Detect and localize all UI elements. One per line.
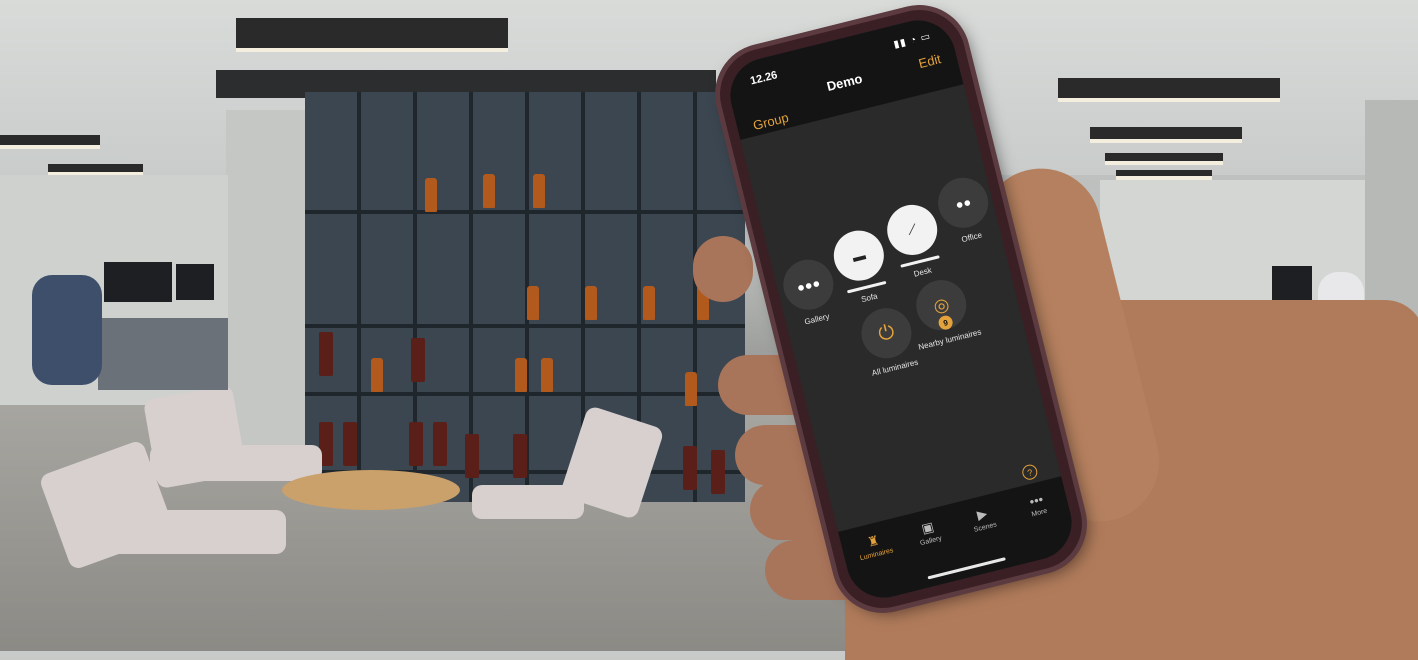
ceiling-light	[0, 135, 100, 149]
pillar	[226, 110, 306, 450]
whisky-display-shelf	[305, 92, 745, 502]
ceiling-light	[236, 18, 508, 52]
monitor	[176, 264, 214, 300]
help-icon[interactable]: ?	[1020, 463, 1039, 482]
tab-luminaires[interactable]: ♜ Luminaires	[846, 528, 903, 565]
lounge-chair-seat	[90, 510, 286, 554]
status-icons: ▮▮ ◔ ▭	[893, 31, 933, 51]
nearby-signal-icon: ◎	[931, 293, 952, 317]
ceiling-light	[1090, 127, 1242, 143]
battery-icon: ▭	[919, 30, 933, 45]
luminaire-label: Gallery	[803, 311, 831, 327]
all-luminaires-button[interactable]: ⏻	[856, 302, 917, 364]
home-indicator	[927, 557, 1006, 580]
ceiling-light	[1105, 153, 1223, 165]
finger	[693, 236, 753, 302]
wifi-icon: ◔	[908, 34, 919, 47]
luminaire-office-tile[interactable]: ●●	[932, 172, 994, 234]
tab-gallery[interactable]: ▣ Gallery	[901, 514, 958, 551]
status-time: 12.26	[749, 69, 779, 88]
three-bulbs-icon: ●●●	[795, 274, 822, 295]
tab-label: More	[1030, 507, 1049, 519]
luminaire-label: Office	[960, 230, 983, 245]
floor-lamp-shade-icon: ▬	[850, 246, 867, 265]
desk-lamp-icon: ⟋	[905, 221, 919, 238]
tab-scenes[interactable]: ▶ Scenes	[955, 500, 1012, 537]
luminaire-label: Nearby luminaires	[917, 327, 983, 352]
lounge-chair-seat	[150, 445, 322, 481]
luminaire-label: All luminaires	[870, 357, 920, 378]
power-icon: ⏻	[875, 320, 897, 346]
four-bulbs-icon: ●●	[953, 193, 973, 212]
monitor	[104, 262, 172, 302]
coffee-table	[282, 470, 460, 510]
ceiling-light	[1116, 170, 1212, 180]
office-desk	[98, 318, 228, 390]
tab-more[interactable]: ••• More	[1009, 487, 1065, 523]
signal-icon: ▮▮	[892, 36, 908, 51]
ceiling-light	[1058, 78, 1280, 102]
edit-button[interactable]: Edit	[917, 51, 942, 71]
seated-person	[32, 275, 102, 385]
group-button[interactable]: Group	[751, 110, 790, 133]
luminaire-sofa-tile[interactable]: ▬	[828, 225, 890, 286]
